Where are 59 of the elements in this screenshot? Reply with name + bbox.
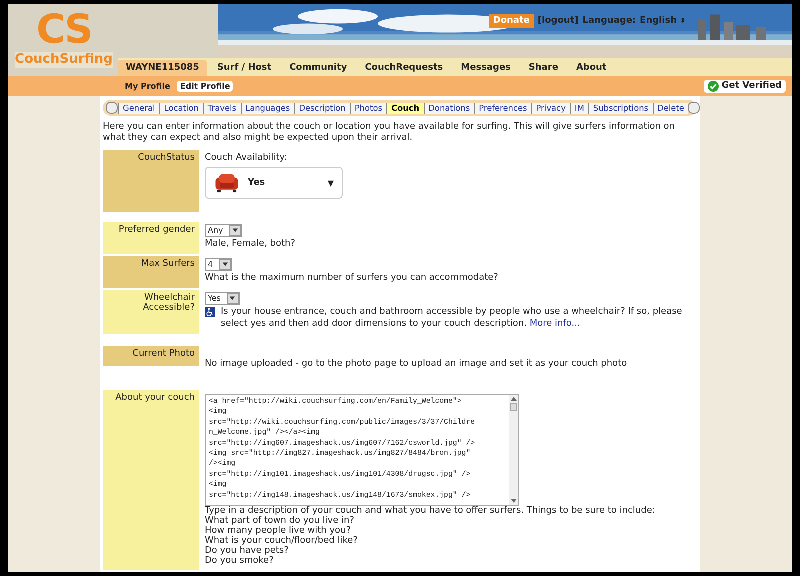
- subnav-link[interactable]: Edit Profile: [177, 80, 234, 92]
- help-text: Is your house entrance, couch and bathroom accessible by people who use a wheelchair? If so, please select yes and then add door dimensions to your couch description. More info...: [221, 306, 684, 330]
- help-text: How many people live with you?: [205, 526, 352, 536]
- dropdown-select[interactable]: 4: [205, 258, 232, 271]
- help-text: What is the maximum number of surfers you can accommodate?: [205, 272, 500, 284]
- check-icon: [708, 80, 719, 92]
- nav-tab[interactable]: Community: [282, 60, 356, 76]
- profile-tab[interactable]: IM: [570, 102, 588, 114]
- profile-tab[interactable]: Delete: [652, 102, 688, 114]
- dropdown-select[interactable]: Any: [205, 224, 242, 237]
- profile-tab[interactable]: Travels: [202, 102, 241, 114]
- profile-tab[interactable]: Donations: [424, 102, 474, 114]
- scroll-down-icon[interactable]: [510, 497, 518, 505]
- profile-tab[interactable]: Languages: [240, 102, 294, 114]
- field-label: Preferred gender: [103, 222, 199, 254]
- profile-tab[interactable]: General: [118, 102, 160, 114]
- profile-tab[interactable]: Photos: [350, 102, 386, 114]
- scrollbar-thumb[interactable]: [510, 403, 517, 411]
- logo-letters: CS: [36, 8, 92, 52]
- profile-tab[interactable]: Location: [159, 102, 203, 114]
- dropdown-select[interactable]: Yes: [205, 292, 240, 305]
- profile-tab[interactable]: Subscriptions: [588, 102, 653, 114]
- logo-name: CouchSurfing: [15, 52, 113, 68]
- profile-tab[interactable]: Privacy: [531, 102, 570, 114]
- intro-text: Here you can enter information about the couch or location you have available for surfing. This will give surfers information on what they can expect and also might be expected upon their arrival.: [103, 122, 676, 144]
- wheelchair-icon: [205, 307, 215, 317]
- more-info-link[interactable]: More info...: [530, 319, 580, 329]
- help-text: Do you have pets?: [205, 546, 290, 556]
- nav-tab[interactable]: Share: [520, 60, 566, 76]
- help-text: What part of town do you live in?: [205, 516, 356, 526]
- field-label: Max Surfers: [103, 256, 199, 288]
- scrollbar[interactable]: [509, 395, 518, 505]
- help-text: Do you smoke?: [205, 556, 275, 566]
- field-label: Current Photo: [103, 346, 199, 366]
- field-caption: Couch Availability:: [205, 153, 288, 163]
- nav-tab[interactable]: CouchRequests: [357, 60, 452, 76]
- profile-tab[interactable]: Preferences: [474, 102, 532, 114]
- nav-tab[interactable]: Messages: [453, 60, 519, 76]
- nav-tab[interactable]: WAYNE115085: [118, 60, 208, 76]
- couch-availability-select[interactable]: Yes ▼: [205, 167, 343, 199]
- profile-tab[interactable]: Couch: [386, 102, 424, 114]
- get-verified-button[interactable]: Get Verified: [704, 80, 786, 92]
- armchair-icon: [214, 172, 240, 194]
- field-label: Wheelchair Accessible?: [103, 290, 199, 334]
- dropdown-arrow-icon: [222, 261, 229, 268]
- help-text: No image uploaded - go to the photo page to upload an image and set it as your couch photo: [205, 358, 628, 370]
- nav-tab[interactable]: Surf / Host: [209, 60, 280, 76]
- dropdown-arrow-icon: [232, 227, 239, 234]
- help-text: Type in a description of your couch and what you have to offer surfers. Things to be sure to include:: [205, 506, 656, 516]
- language-label: Language:: [582, 16, 636, 26]
- field-label: About your couch: [103, 390, 199, 570]
- field-label: CouchStatus: [103, 150, 199, 212]
- nav-tab[interactable]: About: [568, 60, 615, 76]
- dropdown-arrow-icon: [229, 295, 236, 302]
- profile-tab[interactable]: Description: [294, 102, 350, 114]
- subnav-link[interactable]: My Profile: [122, 80, 174, 92]
- help-text: What is your couch/floor/bed like?: [205, 536, 359, 546]
- scroll-up-icon[interactable]: [510, 395, 518, 403]
- help-text: Male, Female, both?: [205, 238, 297, 250]
